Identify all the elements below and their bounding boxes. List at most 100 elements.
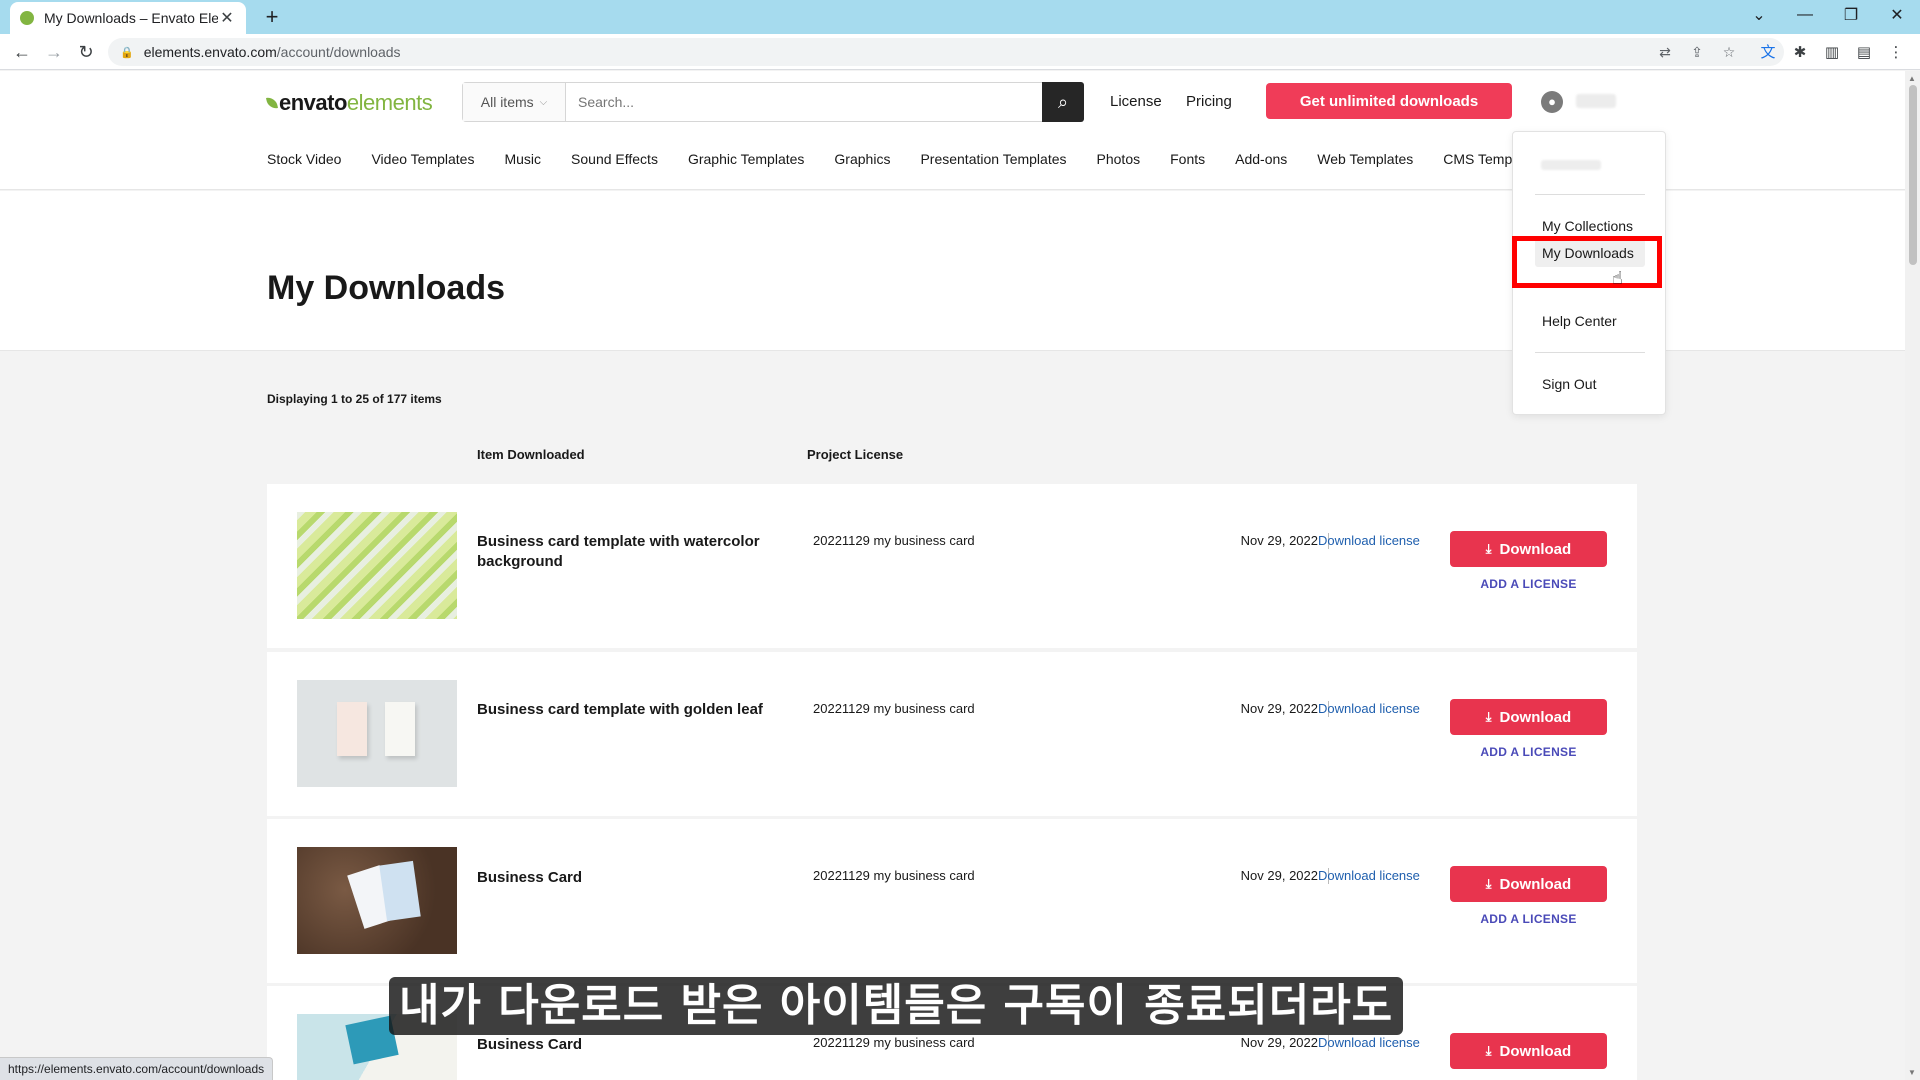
item-thumbnail[interactable] bbox=[297, 512, 457, 619]
pricing-link[interactable]: Pricing bbox=[1186, 93, 1232, 110]
download-date: Nov 29, 2022 bbox=[1219, 701, 1329, 717]
translate-extension-icon[interactable]: 文 bbox=[1758, 43, 1778, 63]
user-avatar-icon[interactable]: ● bbox=[1541, 91, 1563, 113]
menu-divider bbox=[1535, 352, 1645, 353]
address-bar[interactable]: 🔒 elements.envato.com/account/downloads bbox=[108, 38, 1784, 66]
category-presentation-templates[interactable]: Presentation Templates bbox=[920, 151, 1066, 167]
reload-icon[interactable]: ↻ bbox=[72, 38, 100, 66]
category-nav: Stock Video Video Templates Music Sound … bbox=[0, 145, 1512, 175]
logo-text-envato: envato bbox=[279, 90, 347, 115]
menu-item-sign-out[interactable]: Sign Out bbox=[1542, 376, 1596, 392]
download-license-link[interactable]: Download license bbox=[1318, 868, 1420, 883]
video-subtitle-caption: 내가 다운로드 받은 아이템들은 구독이 종료되더라도 bbox=[389, 977, 1404, 1035]
category-graphics[interactable]: Graphics bbox=[834, 151, 890, 167]
add-license-link[interactable]: ADD A LICENSE bbox=[1450, 577, 1607, 591]
menu-item-help-center[interactable]: Help Center bbox=[1542, 313, 1617, 329]
item-title[interactable]: Business card template with golden leaf bbox=[477, 700, 797, 720]
item-title[interactable]: Business Card bbox=[477, 1035, 777, 1055]
download-license-link[interactable]: Download license bbox=[1318, 701, 1420, 716]
display-count: Displaying 1 to 25 of 177 items bbox=[267, 392, 442, 406]
close-window-button[interactable]: ✕ bbox=[1874, 0, 1920, 30]
download-icon: ⤓ bbox=[1485, 709, 1492, 724]
forward-arrow-icon[interactable]: → bbox=[40, 38, 68, 66]
scroll-down-arrow-icon[interactable]: ▼ bbox=[1908, 1068, 1916, 1077]
scrollbar-thumb[interactable] bbox=[1909, 85, 1917, 265]
envato-elements-logo[interactable]: envato elements bbox=[266, 90, 433, 116]
scroll-up-arrow-icon[interactable]: ▲ bbox=[1908, 74, 1916, 83]
category-music[interactable]: Music bbox=[504, 151, 541, 167]
add-license-link[interactable]: ADD A LICENSE bbox=[1450, 912, 1607, 926]
category-video-templates[interactable]: Video Templates bbox=[371, 151, 474, 167]
browser-menu-icon[interactable]: ⋮ bbox=[1886, 43, 1906, 63]
tab-search-chevron-down-icon[interactable]: ⌄ bbox=[1736, 0, 1782, 30]
hand-pointer-cursor-icon: ☝ bbox=[1612, 268, 1623, 288]
category-web-templates[interactable]: Web Templates bbox=[1317, 151, 1413, 167]
license-link[interactable]: License bbox=[1110, 93, 1162, 110]
lock-icon: 🔒 bbox=[120, 46, 134, 59]
download-icon: ⤓ bbox=[1485, 876, 1492, 891]
status-bar-url: https://elements.envato.com/account/down… bbox=[0, 1057, 274, 1080]
logo-text-elements: elements bbox=[346, 90, 433, 115]
leaf-logo-icon bbox=[266, 96, 278, 110]
menu-divider bbox=[1535, 194, 1645, 195]
column-header-license: Project License bbox=[807, 447, 904, 462]
item-title[interactable]: Business card template with watercolor b… bbox=[477, 532, 777, 572]
category-sound-effects[interactable]: Sound Effects bbox=[571, 151, 658, 167]
menu-item-my-collections[interactable]: My Collections bbox=[1542, 218, 1633, 234]
item-thumbnail[interactable] bbox=[297, 680, 457, 787]
download-button-label: Download bbox=[1499, 540, 1572, 558]
envato-favicon-icon bbox=[20, 11, 34, 25]
share-icon[interactable]: ⇪ bbox=[1688, 43, 1706, 61]
project-name: 20221129 my business card bbox=[813, 868, 975, 883]
category-graphic-templates[interactable]: Graphic Templates bbox=[688, 151, 804, 167]
item-thumbnail[interactable] bbox=[297, 847, 457, 954]
restore-window-button[interactable]: ❐ bbox=[1828, 0, 1874, 30]
search-button[interactable]: ⌕ bbox=[1042, 82, 1084, 122]
page-title: My Downloads bbox=[267, 269, 506, 307]
get-unlimited-downloads-button[interactable]: Get unlimited downloads bbox=[1266, 83, 1512, 119]
download-row: Business Card 20221129 my business card … bbox=[267, 819, 1637, 983]
download-date: Nov 29, 2022 bbox=[1219, 868, 1329, 884]
item-title[interactable]: Business Card bbox=[477, 868, 777, 888]
extensions-puzzle-icon[interactable]: ✱ bbox=[1790, 43, 1810, 63]
download-date: Nov 29, 2022 bbox=[1219, 1035, 1329, 1051]
new-tab-button[interactable]: + bbox=[258, 3, 286, 31]
browser-tab-strip: My Downloads – Envato Elemen ✕ + ⌄ — ❐ ✕ bbox=[0, 0, 1920, 34]
download-button[interactable]: ⤓ Download bbox=[1450, 866, 1607, 902]
browser-tab-active[interactable]: My Downloads – Envato Elemen ✕ bbox=[10, 2, 246, 34]
download-date: Nov 29, 2022 bbox=[1219, 533, 1329, 549]
search-icon: ⌕ bbox=[1057, 91, 1069, 112]
bookmark-star-icon[interactable]: ☆ bbox=[1720, 43, 1738, 61]
tab-close-icon[interactable]: ✕ bbox=[218, 8, 236, 28]
download-button[interactable]: ⤓ Download bbox=[1450, 531, 1607, 567]
category-photos[interactable]: Photos bbox=[1097, 151, 1141, 167]
page-scrollbar[interactable]: ▲ ▼ bbox=[1905, 71, 1920, 1080]
back-arrow-icon[interactable]: ← bbox=[8, 38, 36, 66]
project-name: 20221129 my business card bbox=[813, 701, 975, 716]
highlight-annotation-box bbox=[1512, 236, 1662, 288]
download-button[interactable]: ⤓ Download bbox=[1450, 1033, 1607, 1069]
download-license-link[interactable]: Download license bbox=[1318, 533, 1420, 548]
category-stock-video[interactable]: Stock Video bbox=[267, 151, 341, 167]
minimize-window-button[interactable]: — bbox=[1782, 0, 1828, 30]
download-button-label: Download bbox=[1499, 875, 1572, 893]
column-header-item: Item Downloaded bbox=[477, 447, 585, 462]
download-button[interactable]: ⤓ Download bbox=[1450, 699, 1607, 735]
url-path: /account/downloads bbox=[276, 44, 401, 60]
reading-mode-icon[interactable]: ▤ bbox=[1854, 43, 1874, 63]
download-license-link[interactable]: Download license bbox=[1318, 1035, 1420, 1050]
project-name: 20221129 my business card bbox=[813, 1035, 975, 1050]
search-category-select[interactable]: All items ⌵ bbox=[463, 83, 566, 121]
user-name-blurred[interactable] bbox=[1576, 94, 1616, 108]
add-license-link[interactable]: ADD A LICENSE bbox=[1450, 745, 1607, 759]
category-cms-templates[interactable]: CMS Templates bbox=[1443, 151, 1512, 167]
search-input[interactable] bbox=[566, 83, 1042, 121]
search-bar: All items ⌵ ⌕ bbox=[462, 82, 1084, 122]
side-panel-icon[interactable]: ▥ bbox=[1822, 43, 1842, 63]
chevron-down-icon: ⌵ bbox=[539, 96, 548, 108]
category-fonts[interactable]: Fonts bbox=[1170, 151, 1205, 167]
account-name-blurred bbox=[1541, 160, 1601, 170]
category-add-ons[interactable]: Add-ons bbox=[1235, 151, 1287, 167]
translate-icon[interactable]: ⇄ bbox=[1656, 43, 1674, 61]
tab-title: My Downloads – Envato Elemen bbox=[44, 10, 218, 26]
